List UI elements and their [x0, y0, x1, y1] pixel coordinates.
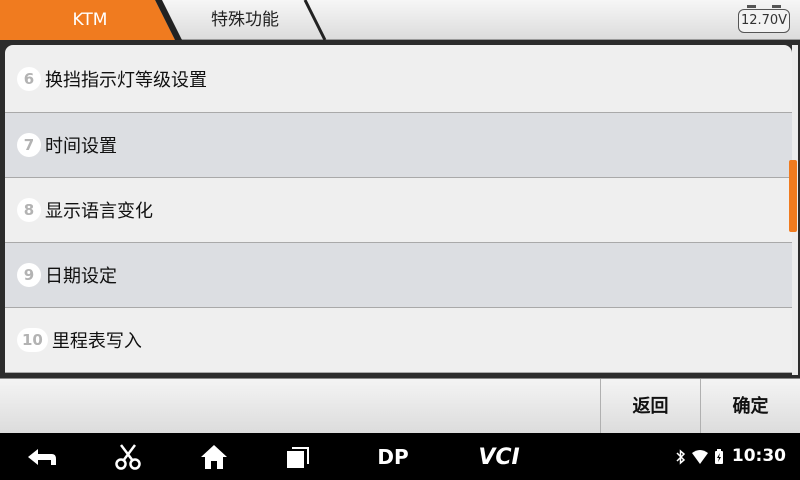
action-button-bar: 返回 确定 — [0, 378, 800, 434]
clock-time: 10:30 — [731, 446, 786, 466]
item-number-badge: 6 — [17, 66, 41, 91]
list-item-10[interactable]: 10 里程表写入 — [5, 308, 792, 373]
status-area: 10:30 — [676, 433, 786, 480]
confirm-button[interactable]: 确定 — [700, 379, 800, 434]
item-number-badge: 10 — [17, 328, 48, 352]
system-nav-bar: DP VCI 10:30 — [0, 433, 800, 480]
top-breadcrumb-bar: KTM 特殊功能 12.70V — [0, 0, 800, 40]
bluetooth-icon — [676, 448, 685, 465]
item-number-badge: 9 — [17, 263, 41, 287]
list-item-9[interactable]: 9 日期设定 — [5, 243, 792, 308]
home-icon[interactable] — [199, 443, 229, 471]
wifi-icon — [691, 449, 708, 464]
back-icon[interactable] — [24, 445, 60, 469]
item-label: 时间设置 — [45, 136, 117, 157]
breadcrumb-special-functions[interactable]: 特殊功能 — [180, 0, 310, 40]
dp-icon-text: DP — [377, 445, 408, 469]
function-list: 6 换挡指示灯等级设置 7 时间设置 8 显示语言变化 9 日期设定 10 里程… — [5, 45, 792, 373]
list-item-8[interactable]: 8 显示语言变化 — [5, 178, 792, 243]
item-label: 显示语言变化 — [45, 201, 153, 222]
scrollbar-thumb[interactable] — [789, 160, 797, 232]
vci-icon-text: VCI — [478, 445, 519, 470]
vci-icon[interactable]: VCI — [469, 444, 529, 470]
list-item-6[interactable]: 6 换挡指示灯等级设置 — [5, 45, 792, 113]
list-item-7[interactable]: 7 时间设置 — [5, 113, 792, 178]
item-number-badge: 7 — [17, 133, 41, 157]
item-label: 换挡指示灯等级设置 — [45, 69, 207, 91]
item-number-badge: 8 — [17, 198, 41, 222]
item-label: 日期设定 — [45, 266, 117, 287]
battery-voltage-indicator: 12.70V — [738, 5, 790, 33]
item-label: 里程表写入 — [51, 331, 142, 352]
scissors-icon[interactable] — [113, 443, 143, 471]
recent-apps-icon[interactable] — [284, 444, 312, 470]
back-button[interactable]: 返回 — [600, 379, 700, 434]
battery-icon — [714, 448, 723, 464]
dp-icon[interactable]: DP — [366, 445, 420, 469]
function-list-panel: 6 换挡指示灯等级设置 7 时间设置 8 显示语言变化 9 日期设定 10 里程… — [0, 40, 800, 378]
breadcrumb-brand[interactable]: KTM — [20, 0, 160, 40]
